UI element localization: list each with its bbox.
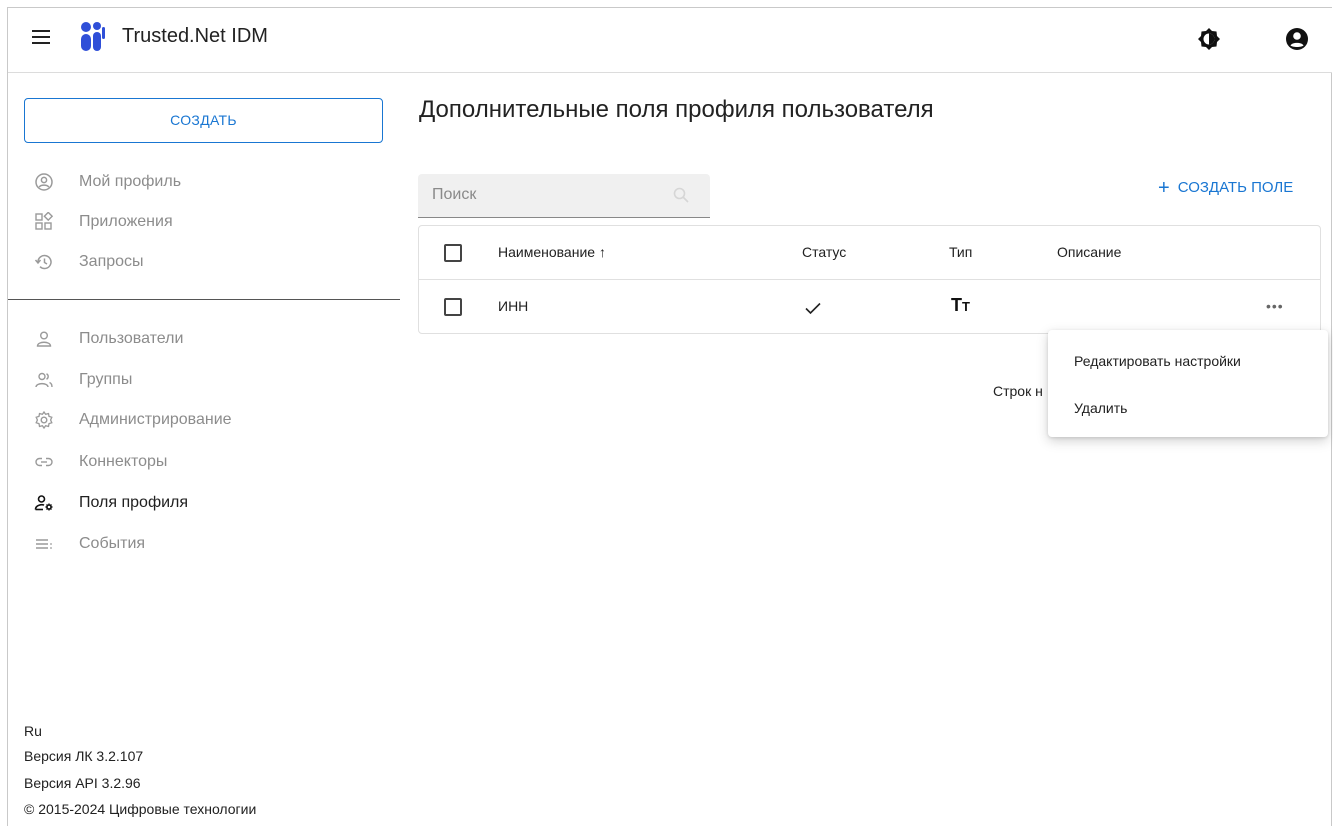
row-name: ИНН <box>498 298 529 314</box>
sidebar-item-users[interactable]: Пользователи <box>34 323 374 355</box>
header-divider <box>419 279 1320 280</box>
sidebar-item-label: Группы <box>79 371 133 388</box>
version-api: Версия API 3.2.96 <box>24 775 141 791</box>
create-field-button[interactable]: + СОЗДАТЬ ПОЛЕ <box>1158 177 1293 201</box>
hamburger-menu-icon[interactable] <box>32 30 50 48</box>
sidebar-item-requests[interactable]: Запросы <box>34 246 374 278</box>
copyright: © 2015-2024 Цифровые технологии <box>24 801 257 817</box>
sidebar-item-label: Администрирование <box>79 411 232 428</box>
brightness-icon[interactable] <box>1197 27 1221 51</box>
apps-icon <box>35 212 54 230</box>
person-icon <box>36 331 52 347</box>
language-switch[interactable]: Ru <box>24 723 42 739</box>
sidebar-item-label: Пользователи <box>79 330 184 347</box>
list-icon <box>36 539 52 549</box>
version-lk: Версия ЛК 3.2.107 <box>24 748 144 764</box>
sidebar-item-events[interactable]: События <box>34 528 374 560</box>
sidebar-item-profile-fields[interactable]: Поля профиля <box>34 487 374 519</box>
search-icon[interactable] <box>672 186 690 204</box>
sidebar-item-label: Мой профиль <box>79 173 182 190</box>
trusted-logo-icon <box>81 22 105 51</box>
check-icon <box>805 302 821 315</box>
app-title: Trusted.Net IDM <box>122 25 268 47</box>
manage-accounts-icon <box>34 495 53 511</box>
column-header-type: Тип <box>949 244 973 260</box>
text-fields-icon: TT <box>951 295 970 315</box>
settings-icon <box>35 410 53 430</box>
more-options-icon[interactable]: ••• <box>1266 298 1284 314</box>
select-all-checkbox[interactable] <box>444 244 462 262</box>
sidebar-item-label: Запросы <box>79 253 144 270</box>
create-button[interactable]: СОЗДАТЬ <box>24 98 383 143</box>
sidebar-item-connectors[interactable]: Коннекторы <box>34 446 374 478</box>
column-header-name[interactable]: Наименование ↑ <box>498 244 606 260</box>
account-circle-icon[interactable] <box>1285 27 1309 51</box>
page-title: Дополнительные поля профиля пользователя <box>419 96 934 123</box>
sidebar-item-applications[interactable]: Приложения <box>34 206 374 238</box>
search-input[interactable] <box>432 186 672 204</box>
link-icon <box>35 457 53 467</box>
menu-item-delete[interactable]: Удалить <box>1074 400 1127 416</box>
sidebar-divider <box>8 299 400 300</box>
rows-per-page-label: Строк н <box>993 383 1043 399</box>
sidebar-item-administration[interactable]: Администрирование <box>34 404 374 436</box>
menu-item-edit-settings[interactable]: Редактировать настройки <box>1074 353 1241 369</box>
create-field-label: СОЗДАТЬ ПОЛЕ <box>1177 179 1294 196</box>
row-checkbox[interactable] <box>444 298 462 316</box>
search-field <box>418 174 710 218</box>
group-icon <box>35 372 53 388</box>
sidebar-item-label: Коннекторы <box>79 453 168 470</box>
sidebar-item-groups[interactable]: Группы <box>34 364 374 396</box>
column-header-description: Описание <box>1057 244 1122 260</box>
sidebar-item-label: События <box>79 535 146 552</box>
plus-icon: + <box>1158 177 1170 199</box>
account-circle-outline-icon <box>35 173 53 191</box>
sidebar-item-label: Приложения <box>79 213 173 230</box>
sidebar-item-my-profile[interactable]: Мой профиль <box>34 166 374 198</box>
row-context-menu: Редактировать настройки Удалить <box>1048 330 1328 437</box>
column-header-status: Статус <box>802 244 847 260</box>
history-icon <box>34 254 52 270</box>
sidebar-item-label: Поля профиля <box>79 494 189 511</box>
